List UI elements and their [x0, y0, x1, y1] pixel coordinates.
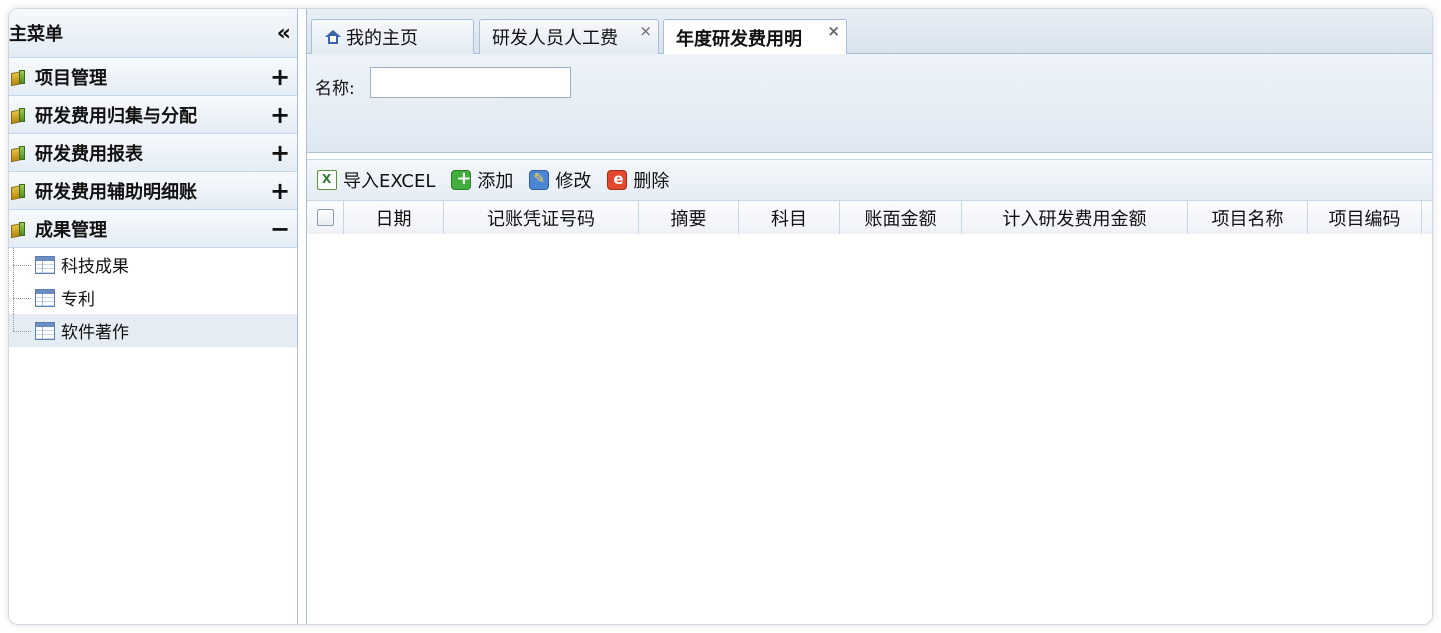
- folder-icon: [9, 181, 31, 201]
- app-window: 主菜单 « 项目管理 + 研发费用归集与分配 + 研发费用报表 + 研发费用辅助…: [8, 8, 1433, 625]
- add-icon: [451, 168, 471, 190]
- table-icon: [35, 321, 55, 340]
- expand-icon[interactable]: +: [265, 101, 295, 129]
- expand-icon[interactable]: +: [265, 63, 295, 91]
- collapse-icon[interactable]: −: [265, 215, 295, 243]
- menu-group-label: 研发费用辅助明细账: [35, 181, 197, 203]
- tab-label: 我的主页: [346, 28, 418, 49]
- table-icon: [35, 288, 55, 307]
- tab-home[interactable]: 我的主页: [311, 19, 474, 54]
- name-input[interactable]: [370, 67, 571, 98]
- tab-label: 年度研发费用明: [676, 28, 802, 50]
- column-header-project-name[interactable]: 项目名称: [1188, 201, 1308, 234]
- edit-icon: [529, 170, 550, 190]
- tab-bar: 我的主页 研发人员人工费 × 年度研发费用明 ×: [307, 9, 1432, 55]
- menu-group-cost-allocation[interactable]: 研发费用归集与分配 +: [9, 96, 297, 134]
- tab-annual-rd-expense[interactable]: 年度研发费用明 ×: [663, 19, 847, 55]
- name-label: 名称:: [315, 79, 355, 99]
- folder-icon: [9, 219, 31, 239]
- add-button[interactable]: 添加: [451, 167, 513, 193]
- grid-header: 日期 记账凭证号码 摘要 科目 账面金额 计入研发费用金额 项目名称 项目编码: [307, 201, 1432, 235]
- search-panel: 名称:: [307, 54, 1432, 153]
- menu-group-label: 研发费用归集与分配: [35, 105, 197, 127]
- column-header-voucher-number[interactable]: 记账凭证号码: [444, 201, 639, 234]
- column-header-date[interactable]: 日期: [344, 201, 444, 234]
- sidebar-item-patents[interactable]: 专利: [9, 281, 297, 314]
- expand-icon[interactable]: +: [265, 139, 295, 167]
- excel-icon: [317, 170, 337, 190]
- close-icon[interactable]: ×: [827, 22, 840, 40]
- column-header-summary[interactable]: 摘要: [639, 201, 739, 234]
- select-all-cell: [307, 201, 344, 234]
- tab-rd-personnel-cost[interactable]: 研发人员人工费 ×: [479, 19, 659, 54]
- delete-button[interactable]: 删除: [607, 167, 669, 193]
- import-excel-label: 导入EXCEL: [343, 171, 436, 192]
- sidebar-header: 主菜单 «: [9, 9, 297, 58]
- menu-group-achievements[interactable]: 成果管理 −: [9, 210, 297, 248]
- delete-icon: [607, 170, 628, 190]
- sidebar-item-label: 科技成果: [61, 257, 129, 277]
- folder-icon: [9, 67, 31, 87]
- sidebar-title: 主菜单: [9, 24, 63, 45]
- sidebar-item-software-copyright[interactable]: 软件著作: [9, 314, 297, 347]
- menu-group-label: 项目管理: [35, 67, 107, 89]
- import-excel-button[interactable]: 导入EXCEL: [317, 167, 435, 193]
- home-icon: [324, 29, 342, 45]
- select-all-checkbox[interactable]: [316, 209, 334, 226]
- delete-label: 删除: [633, 171, 670, 192]
- folder-icon: [9, 105, 31, 125]
- table-icon: [35, 255, 55, 274]
- column-header-book-amount[interactable]: 账面金额: [840, 201, 962, 234]
- sidebar-item-tech-achievements[interactable]: 科技成果: [9, 248, 297, 281]
- expand-icon[interactable]: +: [265, 177, 295, 205]
- column-header-account[interactable]: 科目: [739, 201, 840, 234]
- achievements-submenu: 科技成果 专利 软件著作: [9, 248, 297, 347]
- edit-label: 修改: [555, 171, 592, 192]
- menu-group-auxiliary-ledger[interactable]: 研发费用辅助明细账 +: [9, 172, 297, 210]
- sidebar-item-label: 软件著作: [61, 323, 129, 343]
- column-header-project-code[interactable]: 项目编码: [1308, 201, 1422, 234]
- collapse-sidebar-icon[interactable]: «: [277, 21, 291, 46]
- toolbar: 导入EXCEL 添加 修改 删除: [307, 159, 1432, 201]
- menu-group-project-management[interactable]: 项目管理 +: [9, 58, 297, 96]
- menu-group-cost-reports[interactable]: 研发费用报表 +: [9, 134, 297, 172]
- tree-line: [13, 248, 33, 281]
- sidebar-item-label: 专利: [61, 290, 95, 310]
- menu-group-label: 成果管理: [35, 219, 107, 241]
- edit-button[interactable]: 修改: [529, 167, 591, 193]
- add-label: 添加: [477, 171, 514, 192]
- folder-icon: [9, 143, 31, 163]
- sidebar: 主菜单 « 项目管理 + 研发费用归集与分配 + 研发费用报表 + 研发费用辅助…: [9, 9, 298, 624]
- close-icon[interactable]: ×: [639, 22, 652, 40]
- main-panel: 我的主页 研发人员人工费 × 年度研发费用明 × 名称: 导入EXCEL 添加: [306, 9, 1432, 624]
- tree-line: [13, 281, 33, 314]
- menu-group-label: 研发费用报表: [35, 143, 143, 165]
- column-header-rd-amount[interactable]: 计入研发费用金额: [962, 201, 1188, 234]
- tree-line: [13, 314, 33, 347]
- tab-label: 研发人员人工费: [492, 28, 618, 49]
- grid-body: [307, 234, 1432, 624]
